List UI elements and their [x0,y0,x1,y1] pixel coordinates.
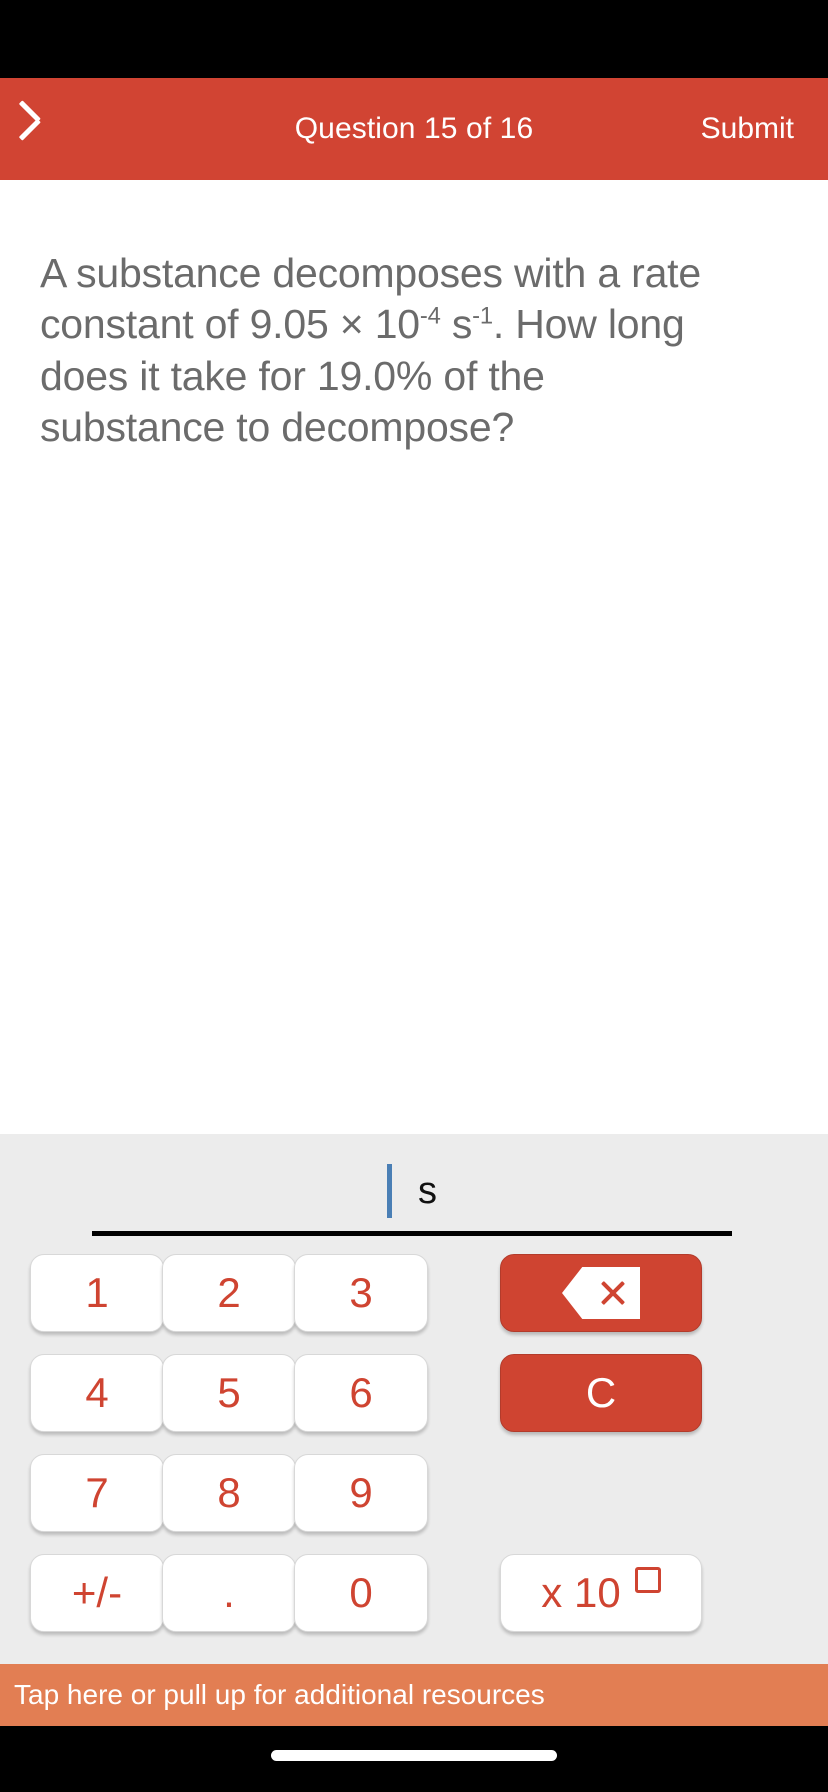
keypad-panel: s 1 2 3 4 5 6 7 8 9 +/- . 0 C x 10 [0,1134,828,1664]
clear-button[interactable]: C [500,1354,702,1432]
answer-input-row[interactable]: s [92,1144,732,1236]
submit-button[interactable]: Submit [701,78,794,180]
backspace-icon [562,1267,640,1319]
key-0[interactable]: 0 [294,1554,428,1632]
key-3[interactable]: 3 [294,1254,428,1332]
answer-unit-label: s [418,1169,437,1212]
resources-banner-label: Tap here or pull up for additional resou… [14,1679,545,1710]
question-exponent-1: -4 [419,302,441,330]
question-text: A substance decomposes with a rate const… [40,248,740,453]
key-sign[interactable]: +/- [30,1554,164,1632]
key-4[interactable]: 4 [30,1354,164,1432]
key-7[interactable]: 7 [30,1454,164,1532]
answer-underline [92,1231,732,1236]
key-9[interactable]: 9 [294,1454,428,1532]
exponent-placeholder-box [634,1567,661,1593]
resources-banner[interactable]: Tap here or pull up for additional resou… [0,1664,828,1726]
key-2[interactable]: 2 [162,1254,296,1332]
question-text-part-2: s [440,301,473,348]
key-6[interactable]: 6 [294,1354,428,1432]
home-indicator-area [0,1726,828,1792]
key-decimal-label: . [223,1568,235,1616]
backspace-button[interactable] [500,1254,702,1332]
home-indicator[interactable] [271,1750,557,1761]
exponent-button[interactable]: x 10 [500,1554,702,1632]
status-bar [0,0,828,78]
app-header: Question 15 of 16 Submit [0,78,828,180]
question-panel: A substance decomposes with a rate const… [0,180,828,1134]
key-5[interactable]: 5 [162,1354,296,1432]
app-screen: Question 15 of 16 Submit A substance dec… [0,0,828,1792]
answer-input[interactable]: s [92,1156,732,1226]
key-1[interactable]: 1 [30,1254,164,1332]
key-8[interactable]: 8 [162,1454,296,1532]
exponent-prefix: x 10 [541,1569,621,1616]
question-exponent-2: -1 [472,302,493,330]
text-caret [387,1164,392,1218]
key-decimal[interactable]: . [162,1554,296,1632]
exponent-button-label: x 10 [541,1567,661,1619]
